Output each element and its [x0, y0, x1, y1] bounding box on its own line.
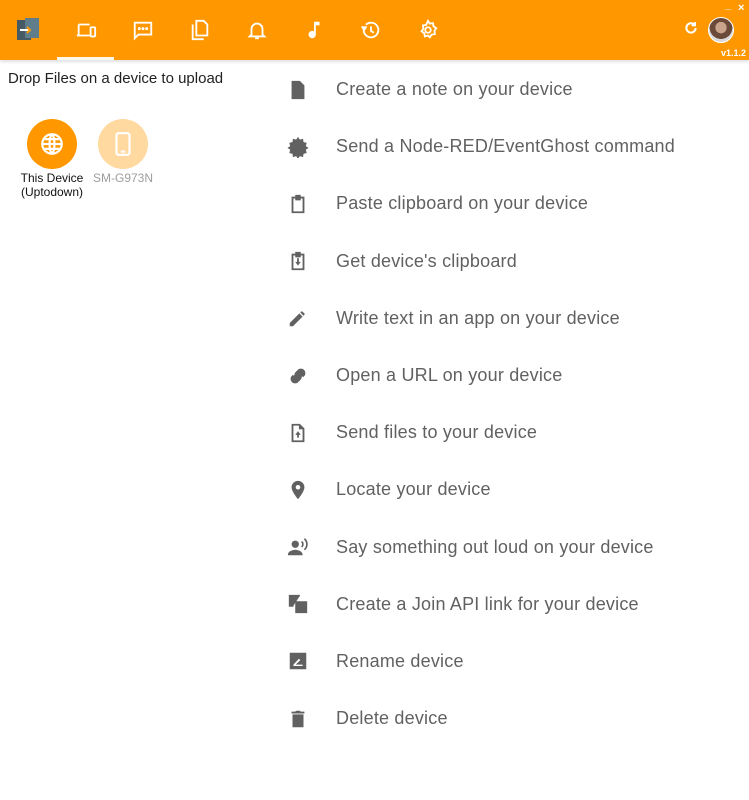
- action-label: Create a note on your device: [336, 79, 573, 100]
- link-icon: [290, 368, 306, 383]
- tab-devices[interactable]: [57, 0, 114, 60]
- action-rename[interactable]: Rename device: [280, 633, 749, 690]
- top-bar: _ × v1.1.2: [0, 0, 749, 60]
- action-label: Delete device: [336, 708, 448, 729]
- action-create-api-link[interactable]: Create a Join API link for your device: [280, 576, 749, 633]
- avatar[interactable]: [708, 17, 734, 43]
- devices-icon: [76, 23, 96, 38]
- close-button[interactable]: ×: [738, 3, 744, 14]
- speak-icon: [287, 538, 308, 556]
- action-delete[interactable]: Delete device: [280, 690, 749, 747]
- device-this-device[interactable]: This Device (Uptodown): [14, 119, 90, 199]
- tab-files[interactable]: [171, 0, 228, 60]
- action-open-url[interactable]: Open a URL on your device: [280, 347, 749, 404]
- action-send-files[interactable]: Send files to your device: [280, 404, 749, 461]
- action-label: Locate your device: [336, 479, 491, 500]
- action-label: Say something out loud on your device: [336, 536, 654, 557]
- location-pin-icon: [291, 480, 305, 500]
- note-icon: [291, 80, 305, 99]
- action-say-out-loud[interactable]: Say something out loud on your device: [280, 519, 749, 576]
- version-label: v1.1.2: [721, 48, 747, 58]
- action-send-command[interactable]: Send a Node-RED/EventGhost command: [280, 118, 749, 175]
- tab-history[interactable]: [342, 0, 399, 60]
- action-locate[interactable]: Locate your device: [280, 461, 749, 518]
- globe-icon: [41, 133, 63, 155]
- sms-icon: [133, 21, 152, 41]
- action-label: Create a Join API link for your device: [336, 593, 639, 614]
- trash-icon: [291, 710, 305, 727]
- action-paste-clipboard[interactable]: Paste clipboard on your device: [280, 175, 749, 232]
- file-upload-icon: [291, 423, 305, 442]
- minimize-button[interactable]: _: [725, 0, 731, 11]
- device-actions-list: Create a note on your device Send a Node…: [280, 61, 749, 747]
- bell-icon: [246, 22, 267, 40]
- device-sm-g973n[interactable]: SM-G973N: [88, 119, 158, 185]
- rename-icon: [289, 653, 307, 670]
- action-label: Paste clipboard on your device: [336, 193, 589, 214]
- device-name: SM-G973N: [92, 171, 154, 185]
- tab-media[interactable]: [285, 0, 342, 60]
- clipboard-icon: [291, 194, 305, 214]
- action-create-note[interactable]: Create a note on your device: [280, 61, 749, 118]
- action-label: Send files to your device: [336, 422, 538, 443]
- action-label: Send a Node-RED/EventGhost command: [336, 136, 675, 157]
- pencil-icon: [289, 311, 305, 327]
- tab-notifications[interactable]: [228, 0, 285, 60]
- device-name: This Device: [20, 171, 84, 185]
- device-subname: (Uptodown): [20, 185, 84, 199]
- action-write-text[interactable]: Write text in an app on your device: [280, 290, 749, 347]
- history-icon: [360, 21, 379, 39]
- device-avatar: [98, 119, 148, 169]
- phone-icon: [115, 132, 131, 156]
- command-gear-icon: [287, 136, 309, 158]
- tab-sms[interactable]: [114, 0, 171, 60]
- action-label: Get device's clipboard: [336, 250, 517, 271]
- api-link-icon: [288, 595, 308, 614]
- join-app-logo-icon: [17, 18, 39, 40]
- action-get-clipboard[interactable]: Get device's clipboard: [280, 233, 749, 290]
- device-avatar: [27, 119, 77, 169]
- drop-files-hint: Drop Files on a device to upload: [8, 70, 224, 87]
- clipboard-download-icon: [291, 251, 305, 271]
- music-note-icon: [308, 21, 319, 39]
- action-label: Open a URL on your device: [336, 365, 563, 386]
- files-icon: [191, 19, 208, 41]
- action-label: Write text in an app on your device: [336, 307, 620, 328]
- action-label: Rename device: [336, 650, 464, 671]
- tab-settings[interactable]: [399, 0, 456, 60]
- gear-icon: [419, 19, 438, 39]
- refresh-icon[interactable]: [683, 20, 699, 36]
